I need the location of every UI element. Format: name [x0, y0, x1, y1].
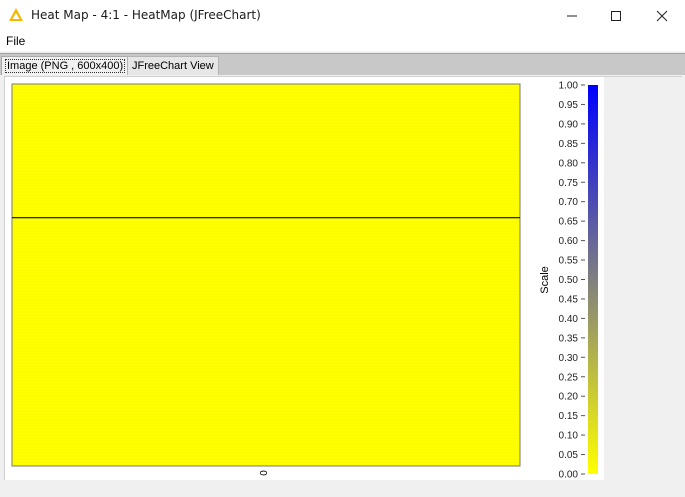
x-tick-label: 0 [259, 470, 270, 476]
colorbar-tick-label: 0.70 [559, 197, 579, 208]
minimize-icon [567, 15, 577, 16]
colorbar-tick-label: 0.15 [559, 411, 579, 422]
colorbar-tick-label: 0.90 [559, 119, 579, 130]
heatmap-chart: 0 Scale 0.00 0.05 0.10 0.15 0.20 0.25 0.30 0.35… [5, 77, 604, 481]
knime-triangle-icon [9, 8, 23, 21]
close-icon [656, 10, 668, 21]
tab-image-png[interactable]: Image (PNG , 600x400) [1, 56, 130, 75]
colorbar-tick-label: 0.80 [559, 158, 579, 169]
colorbar-tick-label: 0.40 [559, 314, 579, 325]
colorbar-tick-label: 0.00 [559, 470, 579, 481]
tab-jfreechart-view[interactable]: JFreeChart View [127, 56, 219, 75]
tab-image-label: Image (PNG , 600x400) [4, 59, 126, 73]
colorbar-tick-label: 0.65 [559, 217, 579, 228]
window-title: Heat Map - 4:1 - HeatMap (JFreeChart) [31, 8, 261, 22]
menu-bar: File [0, 31, 685, 51]
colorbar-tick-label: 0.05 [559, 450, 579, 461]
colorbar-axis-label: Scale [539, 266, 551, 294]
close-button[interactable] [639, 0, 685, 31]
colorbar-tick-label: 0.20 [559, 392, 579, 403]
colorbar-tick-label: 0.35 [559, 333, 579, 344]
maximize-button[interactable] [593, 0, 639, 31]
tab-strip: Image (PNG , 600x400) JFreeChart View [0, 53, 685, 75]
menu-file[interactable]: File [6, 34, 25, 48]
colorbar-tick-label: 0.60 [559, 236, 579, 247]
colorbar [588, 85, 598, 474]
colorbar-tick-label: 0.55 [559, 256, 579, 267]
colorbar-tick-label: 0.95 [559, 100, 579, 111]
colorbar-tick-label: 0.45 [559, 294, 579, 305]
colorbar-tick-label: 0.25 [559, 372, 579, 383]
colorbar-tick-label: 0.30 [559, 353, 579, 364]
colorbar-tick-label: 0.85 [559, 139, 579, 150]
colorbar-tick-label: 0.75 [559, 178, 579, 189]
colorbar-tick-label: 1.00 [559, 81, 579, 92]
heatmap-cell [11, 83, 521, 467]
colorbar-tick-label: 0.10 [559, 431, 579, 442]
tab-jfreechart-label: JFreeChart View [132, 60, 214, 72]
chart-panel: 0 Scale 0.00 0.05 0.10 0.15 0.20 0.25 0.30 0.35… [4, 76, 682, 481]
title-bar: Heat Map - 4:1 - HeatMap (JFreeChart) [0, 0, 685, 31]
maximize-icon [611, 10, 621, 21]
status-area [0, 480, 685, 497]
minimize-button[interactable] [549, 0, 595, 31]
colorbar-tick-label: 0.50 [559, 275, 579, 286]
